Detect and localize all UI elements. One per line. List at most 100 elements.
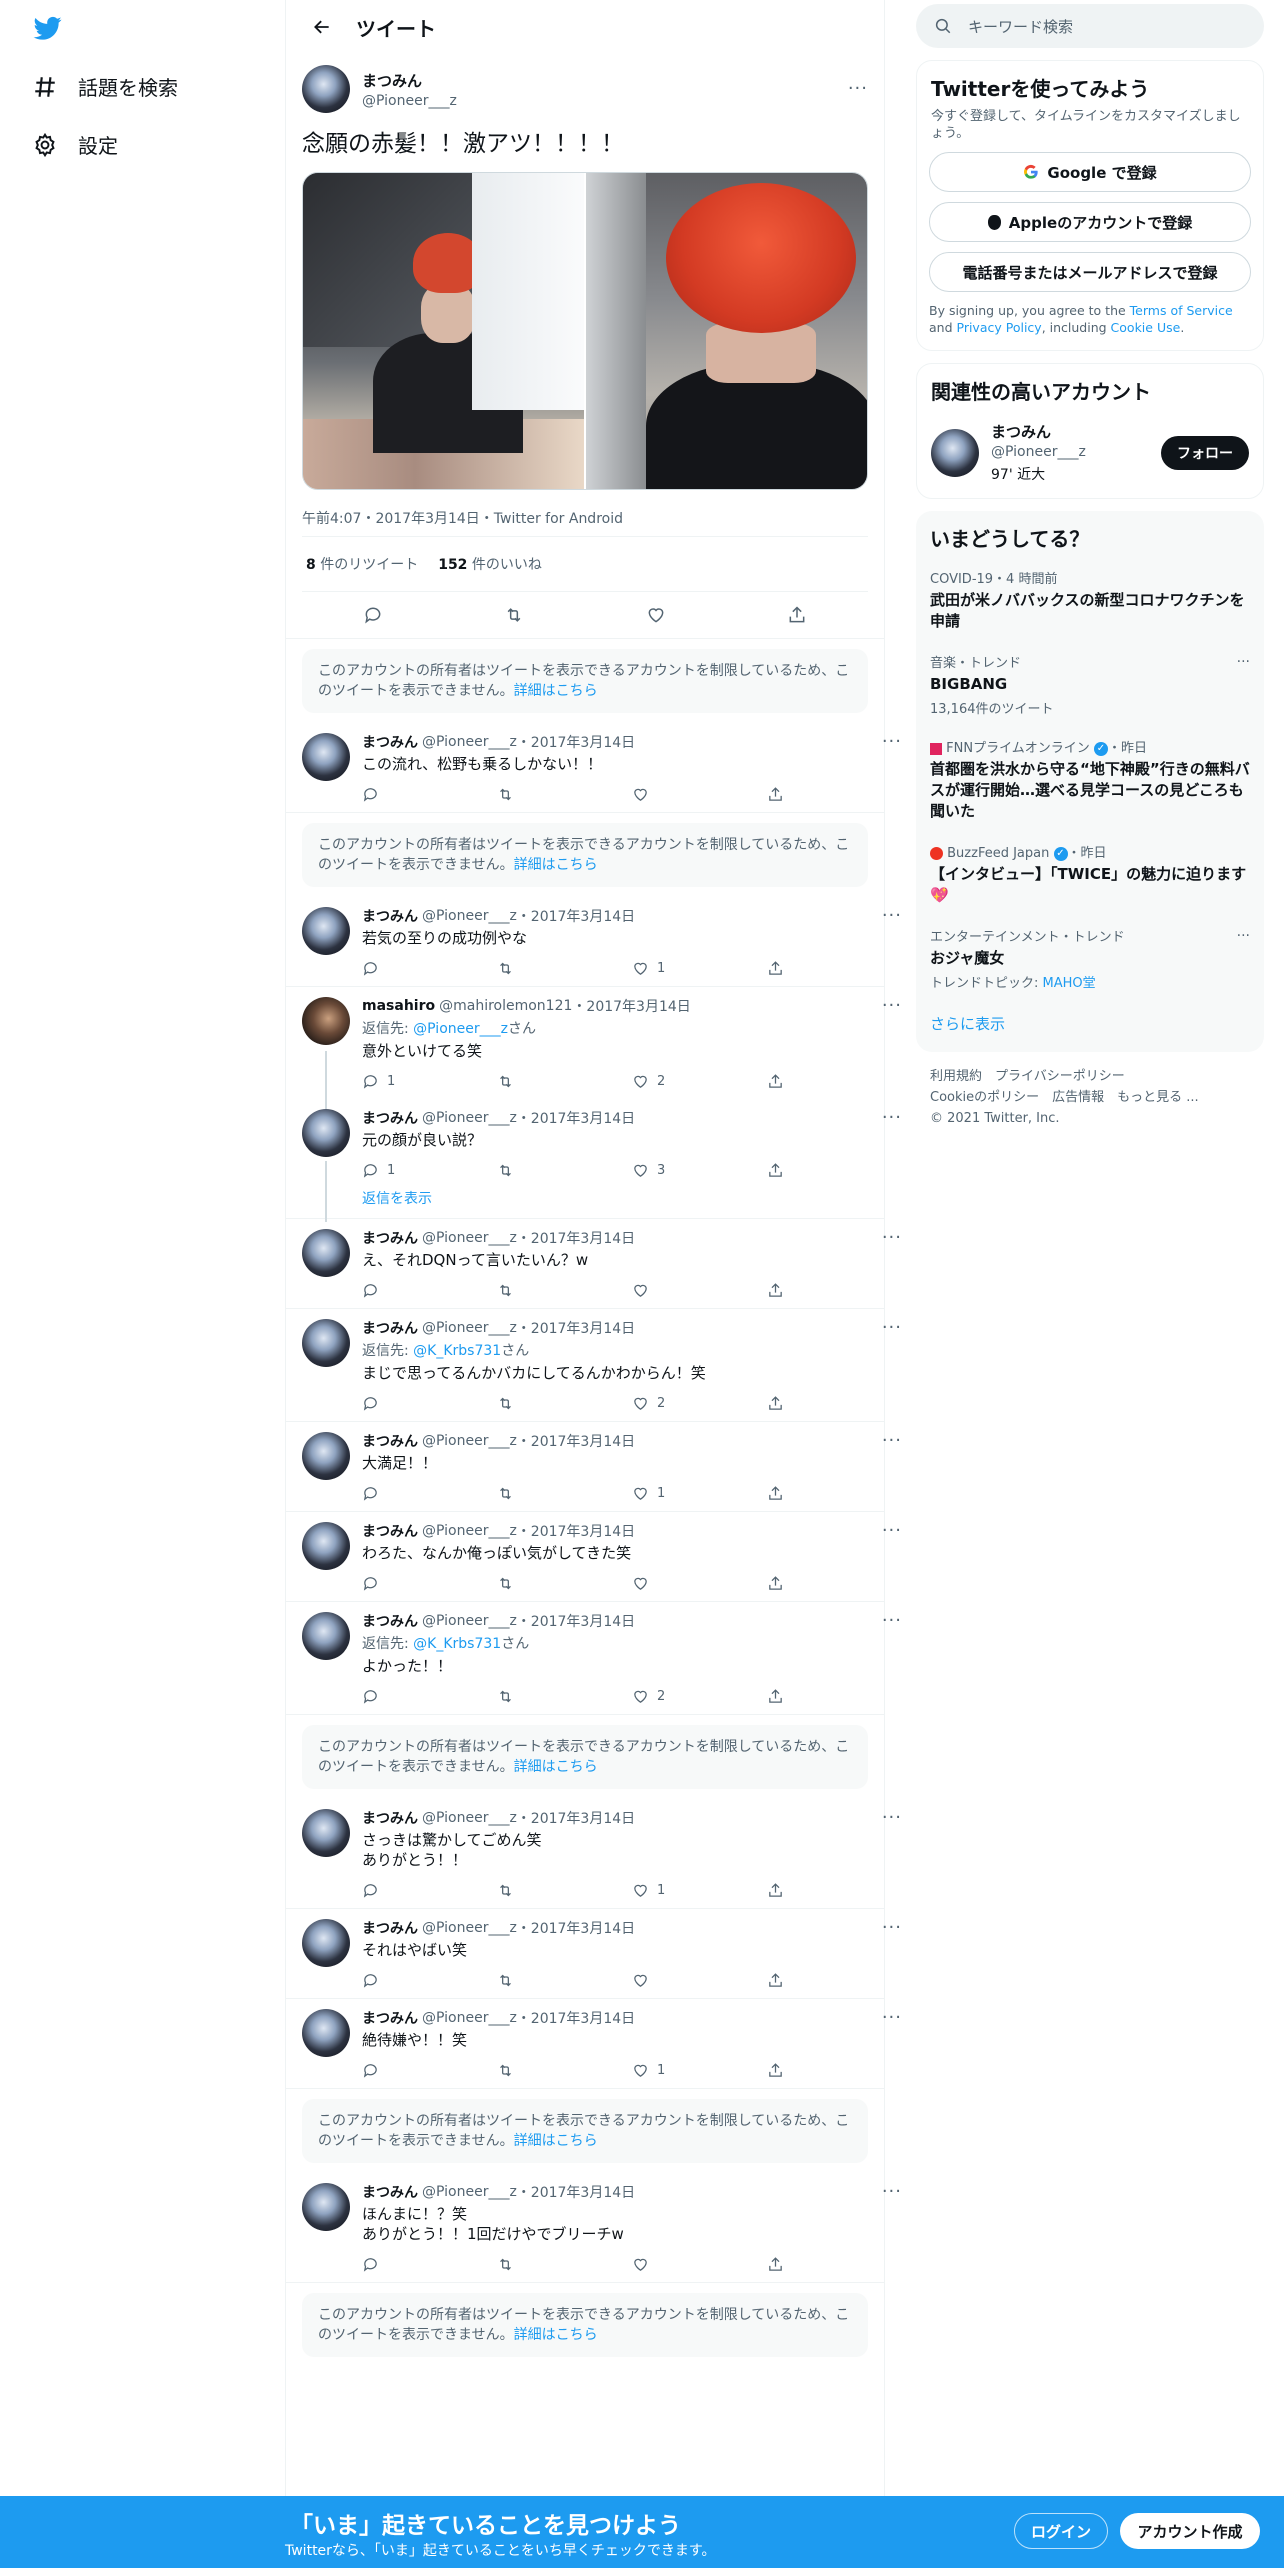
more-options-icon[interactable]: ··· xyxy=(1237,928,1250,944)
more-options-icon[interactable]: ··· xyxy=(882,1522,902,1540)
learn-more-link[interactable]: 詳細はこちら xyxy=(514,2133,598,2149)
reply-button[interactable] xyxy=(362,1688,497,1705)
tweet-date[interactable]: 2017年3月14日 xyxy=(531,1918,635,1938)
share-icon[interactable] xyxy=(787,605,807,625)
tweet-date[interactable]: 2017年3月14日 xyxy=(531,1521,635,1541)
tweet-date[interactable]: 2017年3月14日 xyxy=(531,1431,635,1451)
share-button[interactable] xyxy=(767,2256,902,2273)
retweet-icon[interactable] xyxy=(504,605,524,625)
share-button[interactable] xyxy=(767,1162,902,1179)
author-name[interactable]: まつみん xyxy=(362,1318,418,1338)
share-button[interactable] xyxy=(767,960,902,977)
avatar[interactable] xyxy=(302,907,350,955)
search-input[interactable]: キーワード検索 xyxy=(968,16,1073,37)
related-handle[interactable]: @Pioneer___z xyxy=(991,444,1086,460)
avatar[interactable] xyxy=(302,1612,350,1660)
like-button[interactable] xyxy=(632,2256,767,2273)
trend-item[interactable]: エンターテインメント・トレンド おジャ魔女 トレンドトピック: MAHO堂 ··… xyxy=(916,916,1264,1001)
like-button[interactable]: 3 xyxy=(632,1162,767,1179)
retweet-button[interactable] xyxy=(497,1972,632,1989)
avatar[interactable] xyxy=(302,65,350,113)
avatar[interactable] xyxy=(302,2009,350,2057)
author-handle[interactable]: @Pioneer___z xyxy=(422,1810,517,1826)
more-options-icon[interactable]: ··· xyxy=(882,2183,902,2201)
more-options-icon[interactable]: ··· xyxy=(882,1809,902,1827)
reply-button[interactable] xyxy=(362,1485,497,1502)
reply-button[interactable] xyxy=(362,1972,497,1989)
search-box[interactable]: キーワード検索 xyxy=(916,4,1264,48)
author-name[interactable]: まつみん xyxy=(362,906,418,926)
avatar[interactable] xyxy=(302,997,350,1045)
like-button[interactable]: 2 xyxy=(632,1688,767,1705)
like-button[interactable] xyxy=(632,1972,767,1989)
like-button[interactable]: 2 xyxy=(632,1073,767,1090)
trend-item[interactable]: 音楽・トレンド BIGBANG 13,164件のツイート ··· xyxy=(916,642,1264,727)
author-handle[interactable]: @Pioneer___z xyxy=(422,1320,517,1336)
author-handle[interactable]: @Pioneer___z xyxy=(422,734,517,750)
like-button[interactable] xyxy=(632,1282,767,1299)
avatar[interactable] xyxy=(302,1229,350,1277)
avatar[interactable] xyxy=(302,1522,350,1570)
like-count-link[interactable]: 152 件のいいね xyxy=(438,554,542,574)
retweet-count-link[interactable]: 8 件のリツイート xyxy=(306,554,418,574)
reply-tweet[interactable]: まつみん @Pioneer___z ・ 2017年3月14日 ··· わろた、なんか俺っぽ… xyxy=(286,1512,901,1601)
trend-item[interactable]: COVID-19・4 時間前 武田が米ノババックスの新型コロナワクチンを申請 xyxy=(916,558,1264,642)
reply-button[interactable] xyxy=(362,1282,497,1299)
author-name[interactable]: まつみん xyxy=(362,1431,418,1451)
author-name[interactable]: まつみん xyxy=(362,1228,418,1248)
like-button[interactable]: 1 xyxy=(632,1485,767,1502)
more-options-icon[interactable]: ··· xyxy=(882,1109,902,1127)
author-name[interactable]: まつみん xyxy=(362,1108,418,1128)
author-name[interactable]: まつみん xyxy=(362,1808,418,1828)
author-name[interactable]: まつみん xyxy=(362,2182,418,2202)
author-handle[interactable]: @Pioneer___z xyxy=(422,2184,517,2200)
nav-explore[interactable]: 話題を検索 xyxy=(32,72,178,101)
more-options-icon[interactable]: ··· xyxy=(882,2009,902,2027)
author-name[interactable]: まつみん xyxy=(362,2008,418,2028)
tweet-date[interactable]: 2017年3月14日 xyxy=(586,996,690,1016)
author-handle[interactable]: @mahirolemon121 xyxy=(439,998,572,1014)
avatar[interactable] xyxy=(302,1319,350,1367)
author-name[interactable]: まつみん xyxy=(362,732,418,752)
signup-button[interactable]: アカウント作成 xyxy=(1120,2513,1260,2549)
reply-button[interactable] xyxy=(362,786,497,803)
author-handle[interactable]: @Pioneer___z xyxy=(422,908,517,924)
author-handle[interactable]: @Pioneer___z xyxy=(422,1433,517,1449)
share-button[interactable] xyxy=(767,1395,902,1412)
learn-more-link[interactable]: 詳細はこちら xyxy=(514,2327,598,2343)
avatar[interactable] xyxy=(302,1809,350,1857)
tweet-date[interactable]: 2017年3月14日 xyxy=(531,732,635,752)
reply-button[interactable] xyxy=(362,1575,497,1592)
author-name[interactable]: まつみん xyxy=(362,70,848,91)
tweet-date[interactable]: 2017年3月14日 xyxy=(531,906,635,926)
reply-tweet[interactable]: まつみん @Pioneer___z ・ 2017年3月14日 ··· それはやばい笑 xyxy=(286,1909,901,1998)
reply-button[interactable] xyxy=(362,1395,497,1412)
like-button[interactable]: 1 xyxy=(632,1882,767,1899)
google-signup-button[interactable]: Google で登録 xyxy=(929,152,1251,192)
share-button[interactable] xyxy=(767,1972,902,1989)
share-button[interactable] xyxy=(767,1282,902,1299)
share-button[interactable] xyxy=(767,1882,902,1899)
reply-to-link[interactable]: @K_Krbs731 xyxy=(413,1636,501,1652)
reply-button[interactable]: 1 xyxy=(362,1073,497,1090)
retweet-button[interactable] xyxy=(497,2062,632,2079)
reply-button[interactable] xyxy=(362,2256,497,2273)
show-replies-link[interactable]: 返信を表示 xyxy=(286,1188,884,1218)
reply-to-link[interactable]: @K_Krbs731 xyxy=(413,1343,501,1359)
avatar[interactable] xyxy=(302,1109,350,1157)
retweet-button[interactable] xyxy=(497,786,632,803)
tweet-date[interactable]: 2017年3月14日 xyxy=(531,1808,635,1828)
reply-tweet[interactable]: まつみん @Pioneer___z ・ 2017年3月14日 ··· 返信先: @K_Kr… xyxy=(286,1309,901,1421)
login-button[interactable]: ログイン xyxy=(1014,2513,1108,2549)
author-handle[interactable]: @Pioneer___z xyxy=(422,2010,517,2026)
reply-button[interactable]: 1 xyxy=(362,1162,497,1179)
avatar[interactable] xyxy=(931,428,979,477)
author-name[interactable]: まつみん xyxy=(362,1521,418,1541)
author-name[interactable]: まつみん xyxy=(362,1918,418,1938)
learn-more-link[interactable]: 詳細はこちら xyxy=(514,1759,598,1775)
reply-tweet[interactable]: まつみん @Pioneer___z ・ 2017年3月14日 ··· 返信先: @K_Kr… xyxy=(286,1602,901,1714)
more-options-icon[interactable]: ··· xyxy=(882,1919,902,1937)
reply-tweet[interactable]: まつみん @Pioneer___z ・ 2017年3月14日 ··· さっきは驚かしてごめ… xyxy=(286,1799,901,1908)
share-button[interactable] xyxy=(767,1485,902,1502)
tweet-media[interactable] xyxy=(302,172,868,490)
